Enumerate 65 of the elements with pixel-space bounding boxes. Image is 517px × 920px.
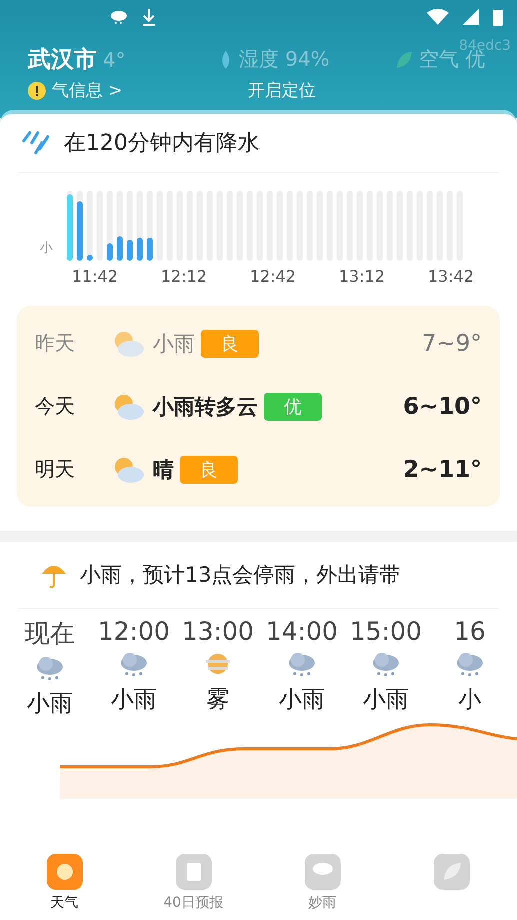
rain-icon [22, 129, 52, 157]
rain-bar [137, 191, 143, 261]
rain-cloud-icon [110, 9, 128, 25]
temperature-range: 7~9° [422, 330, 482, 356]
time-label: 13:12 [339, 267, 386, 286]
humidity-reading: 湿度 94% [239, 46, 331, 73]
warning-icon [28, 82, 46, 100]
sun-icon [46, 854, 82, 890]
hour-time: 14:00 [266, 617, 338, 646]
hour-time: 12:00 [98, 617, 170, 646]
rain-cloud-icon [118, 652, 150, 678]
time-label: 12:12 [161, 267, 208, 286]
rain-cloud-icon [454, 652, 486, 678]
rain-cloud-icon [370, 652, 402, 678]
time-label: 13:42 [428, 267, 476, 286]
rain-bar [87, 191, 93, 261]
rain-tip: 小雨，预计13点会停雨，外出请带 [80, 562, 401, 589]
battery-icon [493, 8, 503, 26]
weather-text: 小雨转多云 [153, 394, 258, 420]
weather-text: 小雨 [153, 330, 195, 358]
hour-time: 16 [454, 617, 486, 646]
hour-weather: 小雨 [111, 686, 157, 715]
nav-tab[interactable]: 40日预报 [129, 848, 258, 920]
hour-weather: 小雨 [279, 686, 325, 715]
rain-bar [107, 191, 113, 261]
document-icon [176, 854, 212, 890]
feels-like-temperature: 4° [103, 48, 127, 72]
air-quality-tag: 良 [180, 456, 238, 484]
time-label: 11:42 [72, 267, 120, 286]
wifi-icon [427, 9, 449, 25]
air-quality-tag: 良 [201, 330, 259, 358]
air-quality-tag: 优 [264, 392, 322, 420]
temperature-range: 2~11° [403, 456, 482, 482]
leaf-icon [434, 854, 470, 890]
hour-time: 13:00 [182, 617, 254, 646]
rain-bar [67, 191, 73, 261]
day-label: 今天 [35, 393, 76, 420]
precipitation-title: 在120分钟内有降水 [64, 130, 260, 158]
weather-info-link[interactable]: 气信息 > [52, 79, 242, 102]
hour-time: 现在 [25, 618, 75, 650]
download-icon [142, 8, 156, 26]
enable-location-link[interactable]: 开启定位 [248, 79, 316, 102]
rain-cloud-icon [34, 656, 66, 682]
hour-weather: 小雨 [27, 690, 73, 719]
hour-weather: 小雨 [363, 686, 409, 715]
time-label: 12:42 [250, 267, 298, 286]
nav-tab[interactable]: 妙雨 [258, 848, 387, 920]
rain-bar [77, 191, 83, 261]
rain-bar [147, 191, 153, 261]
signal-icon [463, 9, 479, 25]
leaf-icon [395, 50, 413, 68]
rain-cloud-icon [286, 652, 318, 678]
intensity-label: 小 [40, 240, 53, 257]
hour-time: 15:00 [350, 617, 422, 646]
cloud-icon [304, 854, 340, 890]
day-label: 昨天 [35, 330, 76, 357]
weather-text: 晴 [153, 456, 174, 484]
rain-bar [117, 191, 123, 261]
hour-weather: 小 [458, 686, 482, 715]
temperature-range: 6~10° [403, 394, 482, 420]
nav-tab[interactable]: 天气 [0, 848, 129, 920]
hour-weather: 雾 [206, 686, 230, 715]
rain-bar [127, 191, 133, 261]
city-name[interactable]: 武汉市 [28, 44, 97, 75]
day-label: 明天 [35, 456, 76, 483]
